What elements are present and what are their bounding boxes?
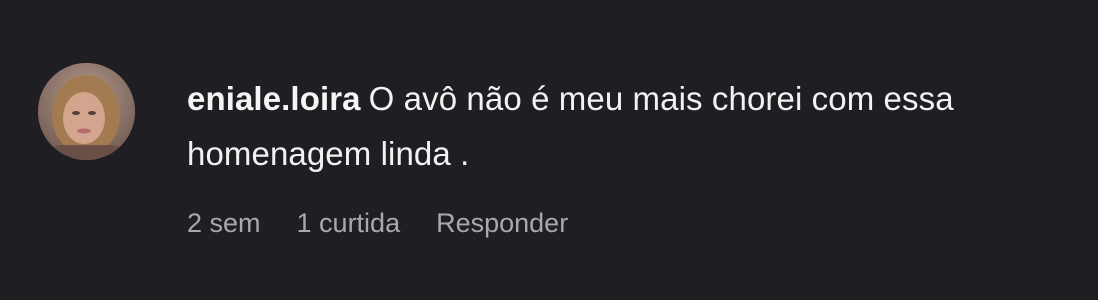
avatar[interactable] xyxy=(38,63,135,160)
username[interactable]: eniale.loira xyxy=(187,80,361,117)
timestamp: 2 sem xyxy=(187,208,261,238)
avatar-photo-icon xyxy=(38,63,135,160)
likes-count[interactable]: 1 curtida xyxy=(297,208,401,239)
comment-meta: 2 sem 1 curtida Responder xyxy=(187,208,1067,239)
comment: eniale.loira O avô não é meu mais chorei … xyxy=(38,63,1078,239)
comment-content: eniale.loira O avô não é meu mais chorei … xyxy=(187,71,1067,239)
reply-button[interactable]: Responder xyxy=(436,208,568,239)
comment-text-block: eniale.loira O avô não é meu mais chorei … xyxy=(187,71,1067,181)
